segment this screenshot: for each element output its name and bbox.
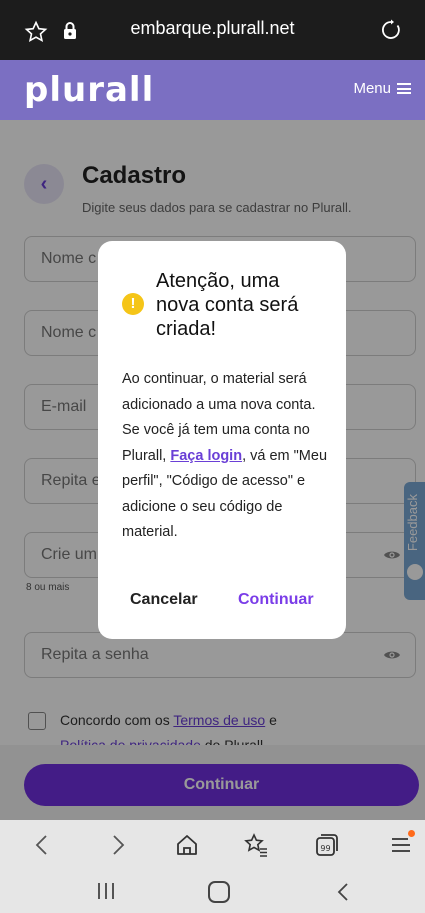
browser-bottom-nav: 99 [0, 820, 425, 870]
app-header: plurall Menu [0, 60, 425, 120]
dialog-body: Ao continuar, o material será adicionado… [122, 367, 332, 546]
svg-text:99: 99 [320, 844, 330, 853]
login-link[interactable]: Faça login [170, 448, 242, 464]
android-back-icon[interactable] [334, 882, 354, 902]
android-home-icon[interactable] [208, 881, 230, 903]
plurall-logo[interactable]: plurall [24, 70, 154, 110]
bookmark-icon[interactable] [243, 832, 269, 858]
notification-dot [408, 830, 415, 837]
new-account-dialog: ! Atenção, uma nova conta será criada! A… [98, 241, 346, 639]
reload-icon[interactable] [379, 18, 403, 42]
warning-icon: ! [122, 293, 144, 315]
android-nav-bar [0, 870, 425, 913]
cancel-button[interactable]: Cancelar [130, 591, 198, 609]
dialog-title: Atenção, uma nova conta será criada! [156, 270, 299, 340]
home-icon[interactable] [174, 832, 200, 858]
menu-icon [397, 83, 411, 94]
confirm-continue-button[interactable]: Continuar [238, 591, 314, 609]
browser-top-bar: embarque.plurall.net [0, 0, 425, 60]
menu-button[interactable]: Menu [353, 80, 411, 97]
menu-label: Menu [353, 80, 391, 97]
tabs-icon[interactable]: 99 [314, 832, 340, 858]
android-recent-icon[interactable] [96, 882, 116, 900]
nav-forward-icon[interactable] [104, 832, 130, 858]
nav-back-icon[interactable] [30, 832, 56, 858]
url-bar[interactable]: embarque.plurall.net [0, 18, 425, 39]
